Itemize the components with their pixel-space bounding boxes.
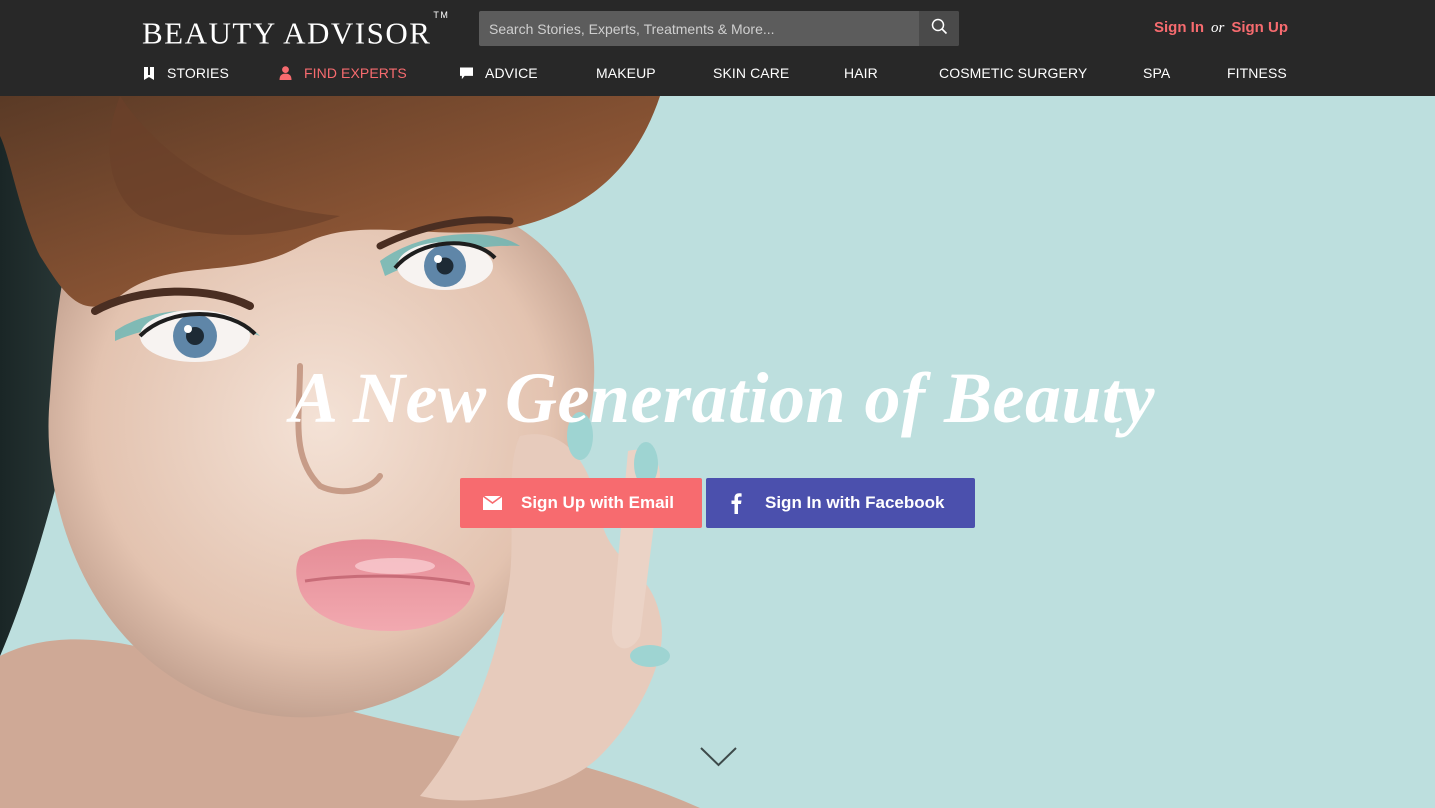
facebook-icon (726, 493, 746, 514)
envelope-icon (482, 493, 502, 513)
auth-or-text: or (1210, 20, 1225, 36)
nav-label: ADVICE (485, 65, 538, 81)
sign-up-email-button[interactable]: Sign Up with Email (460, 478, 702, 528)
search-input[interactable] (479, 11, 919, 46)
search-button[interactable] (919, 11, 959, 46)
sign-in-facebook-label: Sign In with Facebook (765, 493, 945, 512)
hero-model-photo (0, 96, 700, 808)
nav-item-skin-care[interactable]: SKIN CARE (713, 60, 789, 86)
search-icon (931, 18, 948, 40)
sign-in-facebook-button[interactable]: Sign In with Facebook (706, 478, 975, 528)
sign-in-link[interactable]: Sign In (1154, 19, 1204, 36)
nav-item-find-experts[interactable]: FIND EXPERTS (279, 60, 407, 86)
site-logo[interactable]: BEAUTY ADVISORTM (142, 10, 450, 51)
nav-label: SPA (1143, 65, 1171, 81)
sign-up-email-label: Sign Up with Email (521, 493, 675, 512)
nav-item-cosmetic-surgery[interactable]: COSMETIC SURGERY (939, 60, 1087, 86)
nav-label: MAKEUP (596, 65, 656, 81)
nav-item-fitness[interactable]: FITNESS (1227, 60, 1287, 86)
nav-item-spa[interactable]: SPA (1143, 60, 1170, 86)
person-icon (279, 66, 292, 80)
nav-label: COSMETIC SURGERY (939, 65, 1088, 81)
nav-label: HAIR (844, 65, 878, 81)
nav-item-stories[interactable]: STORIES (142, 60, 229, 86)
nav-label: STORIES (167, 65, 229, 81)
sign-up-link[interactable]: Sign Up (1231, 19, 1288, 36)
logo-trademark: TM (433, 10, 450, 20)
logo-text: BEAUTY ADVISOR (142, 15, 432, 51)
nav-item-hair[interactable]: HAIR (844, 60, 878, 86)
site-header: BEAUTY ADVISORTM Sign In or Sign Up STORIE… (0, 0, 1435, 96)
nav-label: FITNESS (1227, 65, 1287, 81)
search-bar (479, 11, 959, 46)
nav-item-makeup[interactable]: MAKEUP (596, 60, 656, 86)
speech-bubble-icon (460, 66, 473, 80)
hero-title: A New Generation of Beauty (289, 358, 1155, 438)
hero-section: A New Generation of Beauty Sign Up with … (0, 96, 1435, 808)
scroll-down-chevron-icon[interactable] (700, 746, 737, 768)
auth-links: Sign In or Sign Up (1154, 19, 1288, 37)
nav-item-advice[interactable]: ADVICE (460, 60, 538, 86)
main-nav: STORIES FIND EXPERTS ADVICE MAKEUP SKIN … (0, 60, 1435, 86)
book-icon (142, 66, 155, 80)
nav-label: SKIN CARE (713, 65, 790, 81)
nav-label: FIND EXPERTS (304, 65, 407, 81)
